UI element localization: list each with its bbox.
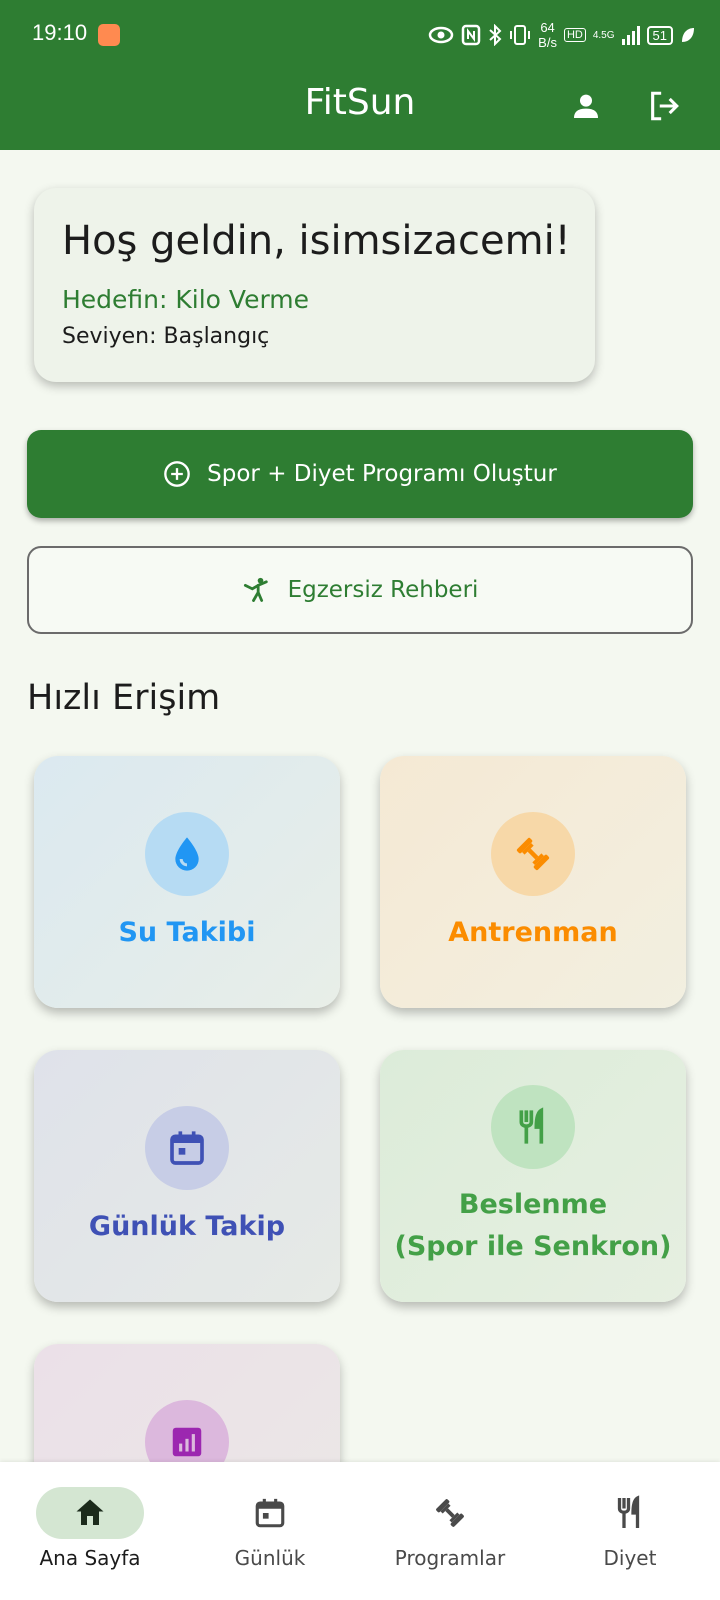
hd-badge: HD bbox=[563, 28, 586, 42]
water-tracking-tile[interactable]: Su Takibi bbox=[34, 756, 340, 1008]
restaurant-icon bbox=[608, 1491, 652, 1535]
water-icon-circle bbox=[145, 812, 229, 896]
nav-label-daily: Günlük bbox=[234, 1546, 306, 1570]
app-bar: FitSun bbox=[0, 70, 720, 150]
workout-tile[interactable]: Antrenman bbox=[380, 756, 686, 1008]
water-tracking-label: Su Takibi bbox=[118, 917, 256, 948]
network-type: 4.5G bbox=[592, 29, 615, 41]
create-program-label: Spor + Diyet Programı Oluştur bbox=[207, 461, 557, 487]
daily-icon-circle bbox=[145, 1106, 229, 1190]
nav-item-daily[interactable]: Günlük bbox=[180, 1462, 360, 1600]
bottom-navigation: Ana Sayfa Günlük Programlar Diyet bbox=[0, 1462, 720, 1600]
vibrate-icon bbox=[510, 25, 531, 45]
nutrition-label-line2: (Spor ile Senkron) bbox=[394, 1231, 672, 1262]
signal-icon bbox=[621, 25, 640, 45]
battery-indicator: 51 bbox=[646, 25, 673, 45]
nfc-icon bbox=[461, 24, 481, 46]
notification-app-icon bbox=[98, 24, 120, 46]
nav-item-home[interactable]: Ana Sayfa bbox=[0, 1462, 180, 1600]
status-bar: 19:10 64 B/s HD 4.5G 51 bbox=[0, 0, 720, 70]
nav-label-programs: Programlar bbox=[394, 1546, 506, 1570]
workout-label: Antrenman bbox=[448, 917, 618, 948]
workout-icon-circle bbox=[491, 812, 575, 896]
network-speed-value: 64 bbox=[540, 20, 555, 35]
add-circle-icon bbox=[164, 461, 190, 487]
calendar-icon bbox=[248, 1491, 292, 1535]
profile-button[interactable] bbox=[564, 84, 608, 128]
welcome-greeting: Hoş geldin, isimsizacemi! bbox=[62, 218, 571, 264]
network-speed: 64 B/s bbox=[538, 20, 557, 50]
nav-label-home: Ana Sayfa bbox=[39, 1546, 141, 1570]
water-drop-icon bbox=[175, 837, 199, 871]
person-icon bbox=[574, 94, 598, 118]
daily-tracking-tile[interactable]: Günlük Takip bbox=[34, 1050, 340, 1302]
status-time: 19:10 bbox=[32, 20, 88, 45]
create-program-button[interactable]: Spor + Diyet Programı Oluştur bbox=[27, 430, 693, 518]
dumbbell-icon bbox=[516, 837, 550, 871]
status-icons: 64 B/s HD 4.5G 51 bbox=[428, 18, 696, 52]
nav-label-diet: Diyet bbox=[603, 1546, 657, 1570]
exercise-person-icon bbox=[243, 577, 268, 602]
nav-item-programs[interactable]: Programlar bbox=[360, 1462, 540, 1600]
exercise-guide-label: Egzersiz Rehberi bbox=[287, 577, 479, 603]
app-title: FitSun bbox=[304, 82, 416, 123]
nutrition-label-line1: Beslenme bbox=[458, 1189, 608, 1220]
network-speed-unit: B/s bbox=[538, 35, 557, 50]
logout-icon bbox=[651, 91, 679, 121]
nutrition-icon-circle bbox=[491, 1085, 575, 1169]
dumbbell-icon bbox=[428, 1491, 472, 1535]
user-level: Seviyen: Başlangıç bbox=[62, 324, 270, 349]
home-icon bbox=[68, 1491, 112, 1535]
user-goal: Hedefin: Kilo Verme bbox=[62, 285, 310, 314]
bar-chart-icon bbox=[172, 1427, 202, 1457]
leaf-icon bbox=[682, 28, 694, 42]
restaurant-icon bbox=[519, 1107, 544, 1144]
logout-button[interactable] bbox=[642, 84, 686, 128]
daily-tracking-label: Günlük Takip bbox=[88, 1211, 286, 1242]
exercise-guide-button[interactable]: Egzersiz Rehberi bbox=[27, 546, 693, 634]
nutrition-tile[interactable]: Beslenme (Spor ile Senkron) bbox=[380, 1050, 686, 1302]
eye-icon bbox=[428, 26, 454, 44]
welcome-card: Hoş geldin, isimsizacemi! Hedefin: Kilo … bbox=[34, 188, 595, 382]
calendar-icon bbox=[170, 1131, 204, 1165]
bluetooth-icon bbox=[489, 24, 502, 46]
nav-item-diet[interactable]: Diyet bbox=[540, 1462, 720, 1600]
quick-access-title: Hızlı Erişim bbox=[27, 678, 221, 718]
